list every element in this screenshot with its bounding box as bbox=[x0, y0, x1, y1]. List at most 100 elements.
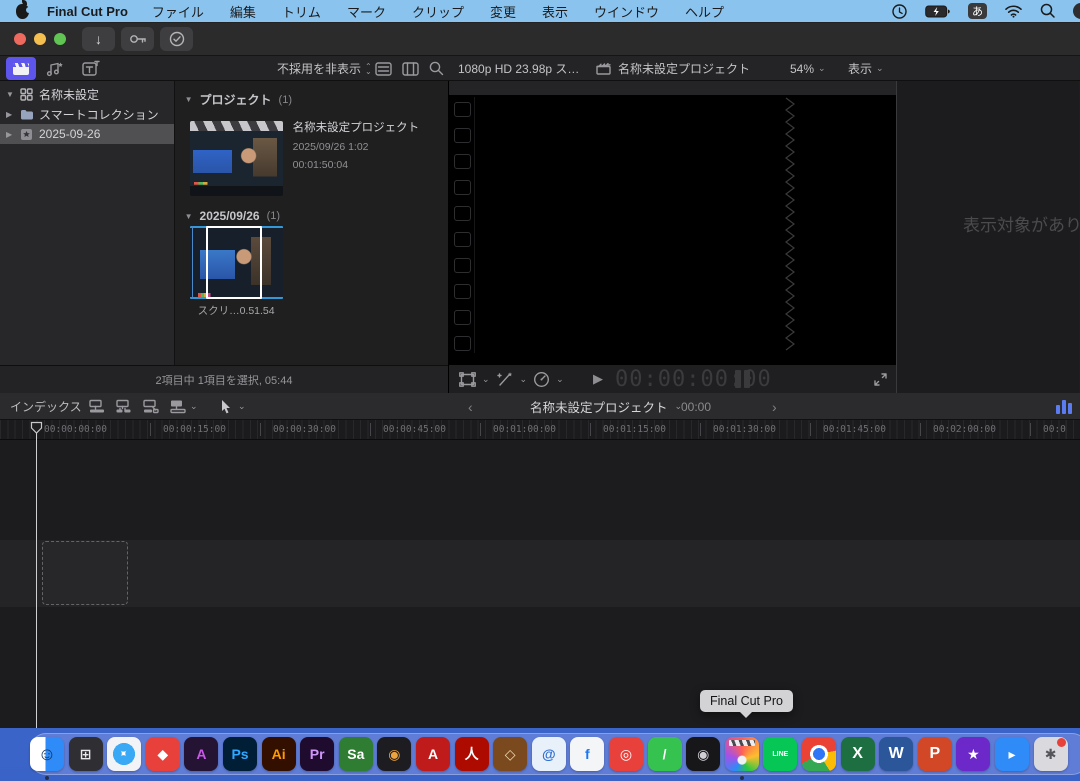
previous-project-chevron[interactable]: ‹ bbox=[468, 393, 473, 420]
dock-icon-system-settings[interactable]: ✱ bbox=[1034, 737, 1068, 771]
chevron-down-icon[interactable]: ⌄ bbox=[482, 374, 490, 385]
transform-crop-icon[interactable] bbox=[459, 372, 476, 387]
fullscreen-button[interactable] bbox=[873, 365, 888, 393]
audio-meter-toggle[interactable] bbox=[1056, 393, 1072, 420]
disclosure-triangle-icon[interactable]: ▼ bbox=[185, 212, 193, 221]
dock-icon-red-diamond-app[interactable]: ◆ bbox=[146, 737, 180, 771]
index-button[interactable]: インデックス bbox=[10, 393, 82, 420]
project-thumbnail[interactable] bbox=[190, 121, 283, 196]
titles-browser-button[interactable] bbox=[82, 56, 102, 81]
disclosure-triangle-icon[interactable]: ▼ bbox=[185, 95, 193, 104]
project-item[interactable]: 名称未設定プロジェクト 2025/09/26 1:02 00:01:50:04 bbox=[190, 121, 421, 196]
effects-wand-icon[interactable] bbox=[496, 371, 514, 387]
project-format-label[interactable]: 1080p HD 23.98p ス… bbox=[458, 56, 579, 81]
zoom-button[interactable] bbox=[54, 33, 66, 45]
minimize-button[interactable] bbox=[34, 33, 46, 45]
control-center-icon[interactable] bbox=[1073, 3, 1080, 19]
close-button[interactable] bbox=[14, 33, 26, 45]
timeline-project-selector[interactable]: 名称未設定プロジェクト ⌄ bbox=[530, 393, 682, 420]
playhead-line[interactable] bbox=[36, 433, 37, 728]
disclosure-triangle-icon[interactable]: ▼ bbox=[6, 90, 14, 99]
tool-selector[interactable]: ⌄ bbox=[220, 393, 246, 420]
dock-icon-acrobat[interactable]: 人 bbox=[455, 737, 489, 771]
menu-item-4[interactable]: クリップ bbox=[412, 2, 464, 21]
sidebar-item-library[interactable]: ▼ 名称未設定 bbox=[0, 84, 174, 104]
apple-menu-icon[interactable] bbox=[16, 4, 29, 19]
chevron-down-icon[interactable]: ⌄ bbox=[238, 401, 246, 412]
dock-icon-line[interactable]: LINE bbox=[763, 737, 797, 771]
key-button[interactable] bbox=[121, 27, 154, 51]
chevron-down-icon[interactable]: ⌄ bbox=[520, 374, 528, 385]
timeline-body[interactable] bbox=[0, 440, 1080, 728]
dock-icon-finder[interactable]: ☺ bbox=[30, 737, 64, 771]
dock-icon-davinci-resolve[interactable]: ◉ bbox=[377, 737, 411, 771]
media-browser-button[interactable] bbox=[44, 56, 64, 81]
retime-gauge-icon[interactable] bbox=[533, 371, 550, 388]
audio-meters[interactable] bbox=[735, 365, 750, 393]
menu-item-2[interactable]: トリム bbox=[282, 2, 321, 21]
connect-edit-button[interactable] bbox=[88, 393, 106, 420]
browser-search-button[interactable] bbox=[429, 56, 444, 81]
dock-icon-final-cut-pro[interactable] bbox=[725, 737, 759, 771]
dock-icon-chrome[interactable] bbox=[802, 737, 836, 771]
primary-storyline[interactable] bbox=[0, 540, 1080, 607]
dock-icon-autocad[interactable]: A bbox=[416, 737, 450, 771]
disclosure-triangle-icon[interactable]: ▶ bbox=[6, 130, 14, 139]
dock-icon-facebook[interactable]: f bbox=[570, 737, 604, 771]
list-view-button[interactable] bbox=[375, 56, 392, 81]
sidebar-item-smart-collection[interactable]: ▶ スマートコレクション bbox=[0, 104, 174, 124]
event-section-header[interactable]: ▼ 2025/09/26 (1) bbox=[175, 199, 280, 223]
projects-section-header[interactable]: ▼ プロジェクト (1) bbox=[175, 81, 448, 108]
dock-icon-photoshop[interactable]: Ps bbox=[223, 737, 257, 771]
dock-icon-word[interactable]: W bbox=[879, 737, 913, 771]
dock-icon-bronze-box-app[interactable]: ◇ bbox=[493, 737, 527, 771]
dock-icon-excel[interactable]: X bbox=[841, 737, 875, 771]
chevron-down-icon[interactable]: ⌄ bbox=[190, 401, 198, 412]
menu-item-0[interactable]: ファイル bbox=[152, 2, 204, 21]
clip-thumbnail[interactable] bbox=[190, 226, 283, 299]
hide-rejected-filter[interactable]: 不採用を非表示 ⌃⌄ bbox=[277, 56, 372, 81]
clock-icon[interactable] bbox=[891, 3, 908, 20]
check-circle-button[interactable] bbox=[160, 27, 193, 51]
dock-icon-launchpad[interactable]: ⊞ bbox=[69, 737, 103, 771]
dock-icon-purple-star-app[interactable]: ★ bbox=[956, 737, 990, 771]
viewer-zoom-control[interactable]: 54% ⌄ bbox=[790, 56, 826, 81]
menu-item-3[interactable]: マーク bbox=[347, 2, 386, 21]
play-button[interactable]: ▶ bbox=[593, 365, 603, 393]
menu-item-5[interactable]: 変更 bbox=[490, 2, 516, 21]
dock-icon-premiere[interactable]: Pr bbox=[300, 737, 334, 771]
download-button[interactable]: ↓ bbox=[82, 27, 115, 51]
dock-icon-red-camera-app[interactable]: ◎ bbox=[609, 737, 643, 771]
menu-item-8[interactable]: ヘルプ bbox=[685, 2, 724, 21]
menu-item-7[interactable]: ウインドウ bbox=[594, 2, 659, 21]
dock-icon-spiral-shell-app[interactable]: @ bbox=[532, 737, 566, 771]
filmstrip-view-button[interactable] bbox=[402, 56, 419, 81]
disclosure-triangle-icon[interactable]: ▶ bbox=[6, 110, 14, 119]
browser-clapper-tab[interactable] bbox=[6, 57, 36, 80]
dock-icon-black-disc-app[interactable]: ◉ bbox=[686, 737, 720, 771]
search-icon[interactable] bbox=[1040, 3, 1056, 19]
clip-item[interactable]: スクリ…0.51.54 bbox=[190, 226, 283, 318]
dock-icon-illustrator[interactable]: Ai bbox=[262, 737, 296, 771]
input-source-badge[interactable]: あ bbox=[968, 3, 987, 19]
dock-icon-green-sa-app[interactable]: Sa bbox=[339, 737, 373, 771]
storyline-drop-zone[interactable] bbox=[42, 541, 128, 605]
sidebar-item-event[interactable]: ▶ 2025-09-26 bbox=[0, 124, 174, 144]
dock-icon-video-call-app[interactable]: ▸ bbox=[995, 737, 1029, 771]
insert-edit-button[interactable] bbox=[115, 393, 133, 420]
viewer-panel[interactable] bbox=[449, 81, 896, 365]
dock-icon-safari[interactable]: ✦ bbox=[107, 737, 141, 771]
dock-icon-green-blade-app[interactable]: / bbox=[648, 737, 682, 771]
dock-icon-powerpoint[interactable]: P bbox=[918, 737, 952, 771]
dock-icon-affinity-app[interactable]: A bbox=[184, 737, 218, 771]
menu-app-name[interactable]: Final Cut Pro bbox=[47, 4, 128, 19]
append-edit-button[interactable] bbox=[142, 393, 160, 420]
wifi-icon[interactable] bbox=[1004, 4, 1023, 18]
overwrite-edit-button[interactable]: ⌄ bbox=[169, 393, 198, 420]
menu-item-1[interactable]: 編集 bbox=[230, 2, 256, 21]
viewer-view-menu[interactable]: 表示 ⌄ bbox=[848, 56, 884, 81]
menu-item-6[interactable]: 表示 bbox=[542, 2, 568, 21]
timeline-ruler[interactable]: 00:00:00:0000:00:15:0000:00:30:0000:00:4… bbox=[0, 420, 1080, 440]
battery-charging-icon[interactable] bbox=[925, 5, 951, 18]
next-project-chevron[interactable]: › bbox=[772, 393, 777, 420]
